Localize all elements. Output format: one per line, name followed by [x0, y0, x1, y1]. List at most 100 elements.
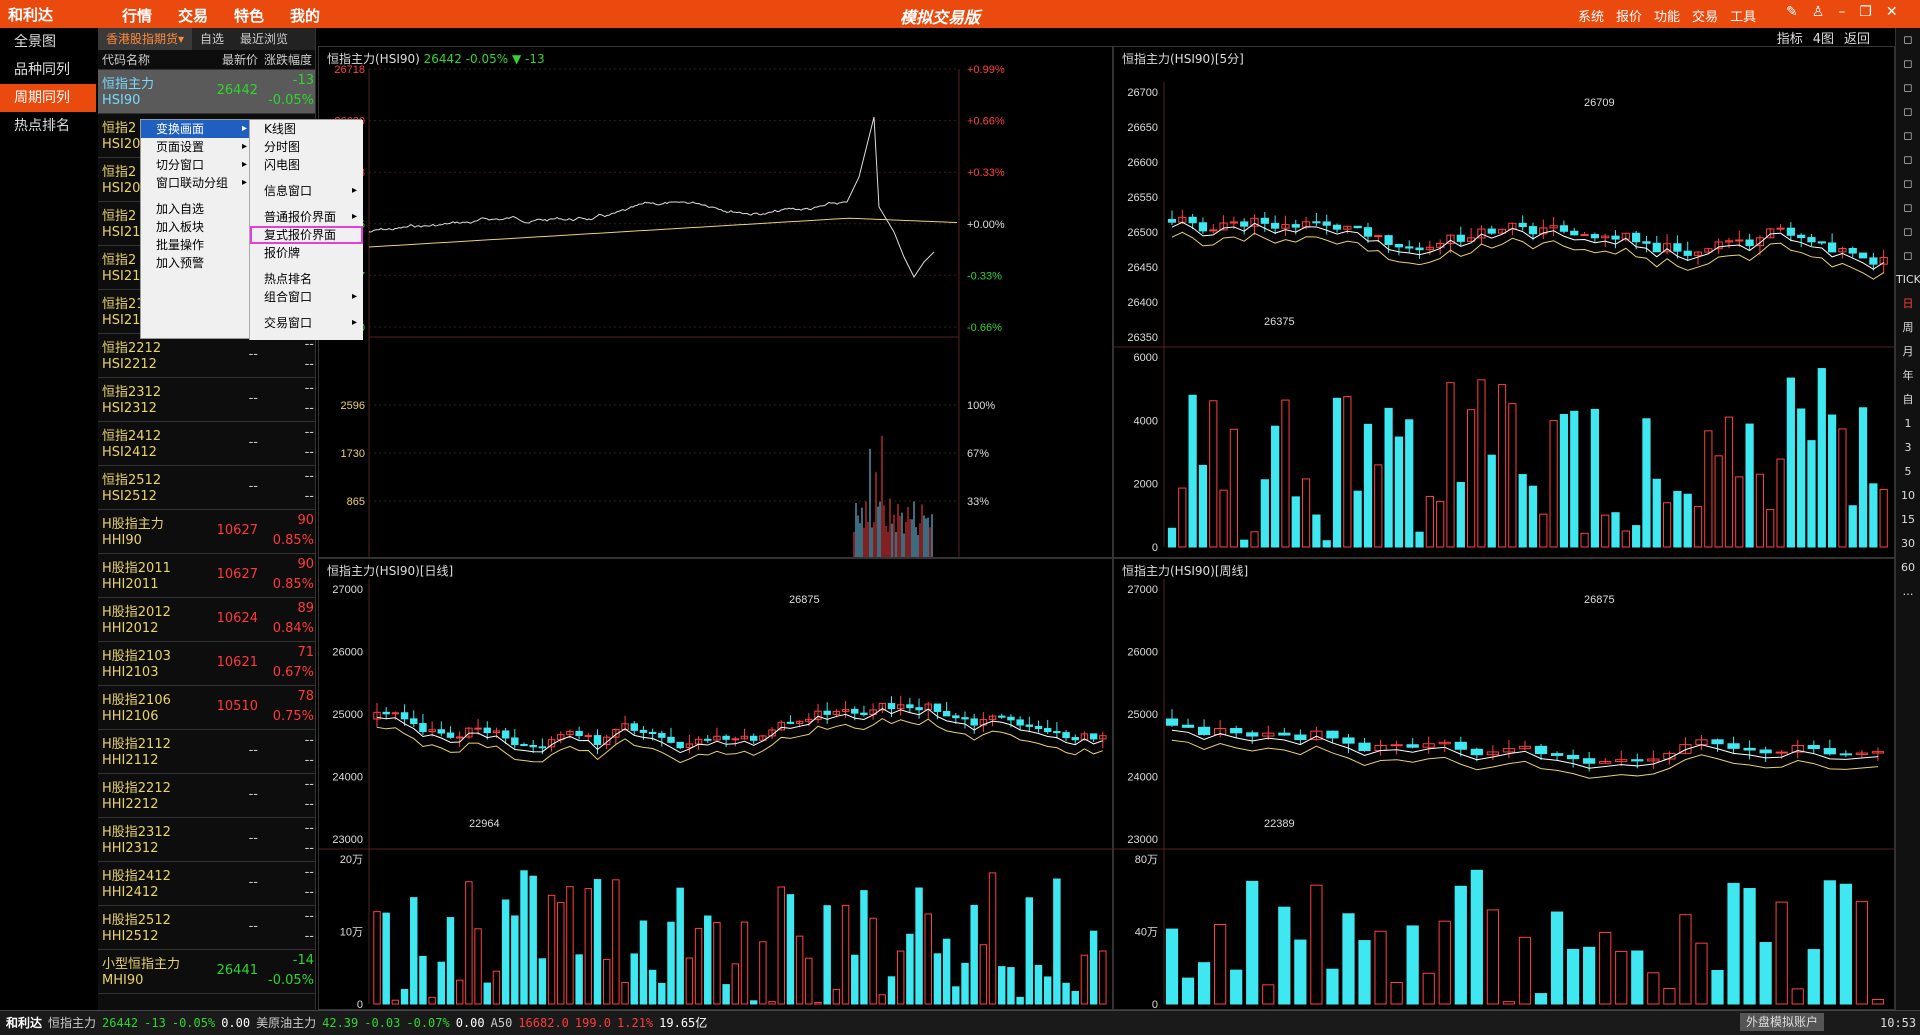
context-menu-item[interactable]: 切分窗口 — [141, 156, 253, 174]
candle-body — [1167, 219, 1177, 223]
intraday-panel[interactable]: 恒指主力(HSI90) 26442 -0.05% ▼ -13 26718 +0.9… — [318, 46, 1113, 558]
close-icon[interactable]: ✕ — [1886, 4, 1898, 20]
submenu-item[interactable]: 分时图 — [250, 138, 363, 156]
volume-bar — [1167, 527, 1177, 548]
vol-tick: 0 — [1152, 542, 1158, 554]
nav-hot-rank[interactable]: 热点排名 — [0, 112, 96, 140]
nav-mine[interactable]: 我的 — [290, 5, 320, 26]
tool-icon[interactable]: ◻ — [1896, 244, 1920, 268]
nav-special[interactable]: 特色 — [234, 5, 264, 26]
high-label: 26709 — [1584, 97, 1615, 109]
period-button[interactable]: 5 — [1896, 460, 1920, 484]
nav-same-period[interactable]: 周期同列 — [0, 84, 96, 112]
context-menu-item[interactable]: 窗口联动分组 — [141, 174, 253, 192]
quote-row[interactable]: H股指2112 HHI2112 -- -- -- — [98, 730, 315, 774]
kline-weekly-panel[interactable]: 恒指主力(HSI90)[周线] 27000 26000 25000 24000 2300… — [1113, 558, 1896, 1011]
menu-function[interactable]: 功能 — [1654, 6, 1680, 25]
tool-icon[interactable]: ◻ — [1896, 28, 1920, 52]
submenu-item[interactable]: K线图 — [250, 120, 363, 138]
back-button[interactable]: 返回 — [1844, 28, 1870, 47]
submenu-item[interactable]: 组合窗口 — [250, 288, 363, 306]
tool-icon[interactable]: ◻ — [1896, 124, 1920, 148]
submenu-item[interactable]: 闪电图 — [250, 156, 363, 174]
period-button[interactable]: 15 — [1896, 508, 1920, 532]
header-price[interactable]: 最新价 — [198, 50, 258, 69]
menu-system[interactable]: 系统 — [1578, 6, 1604, 25]
tool-icon[interactable]: ◻ — [1896, 100, 1920, 124]
submenu-item[interactable]: 交易窗口 — [250, 314, 363, 332]
indicator-button[interactable]: 指标 — [1777, 28, 1803, 47]
submenu-item[interactable]: 复式报价界面 — [250, 226, 363, 244]
context-menu-item[interactable]: 加入预警 — [141, 254, 253, 272]
tool-icon[interactable]: ◻ — [1896, 76, 1920, 100]
period-button[interactable]: 10 — [1896, 484, 1920, 508]
quote-row[interactable]: H股指2512 HHI2512 -- -- -- — [98, 906, 315, 950]
account-button[interactable]: 外盘模拟账户 — [1740, 1013, 1825, 1031]
candle-body — [1374, 235, 1383, 238]
quote-row[interactable]: H股指2412 HHI2412 -- -- -- — [98, 862, 315, 906]
tab-hk-futures[interactable]: 香港股指期货▾ — [98, 28, 193, 50]
context-menu-item[interactable]: 加入板块 — [141, 218, 253, 236]
period-button[interactable]: 自 — [1896, 388, 1920, 412]
quote-row[interactable]: H股指2011 HHI2011 10627 90 0.85% — [98, 554, 315, 598]
quote-row[interactable]: 恒指2312 HSI2312 -- -- -- — [98, 378, 315, 422]
tool-icon[interactable]: ◻ — [1896, 52, 1920, 76]
period-button[interactable]: 3 — [1896, 436, 1920, 460]
header-name[interactable]: 代码名称 — [98, 50, 198, 69]
period-button[interactable]: 年 — [1896, 364, 1920, 388]
context-menu-item[interactable]: 变换画面 — [141, 120, 253, 138]
quote-row[interactable]: H股指2312 HHI2312 -- -- -- — [98, 818, 315, 862]
quote-row[interactable]: 恒指主力 HSI90 26442 -13 -0.05% — [98, 70, 315, 114]
submenu-item[interactable]: 普通报价界面 — [250, 208, 363, 226]
submenu-item[interactable]: 报价牌 — [250, 244, 363, 262]
quote-row[interactable]: H股指主力 HHI90 10627 90 0.85% — [98, 510, 315, 554]
context-menu-main: 变换画面页面设置切分窗口窗口联动分组加入自选加入板块批量操作加入预警 — [141, 120, 253, 272]
menu-trade[interactable]: 交易 — [1692, 6, 1718, 25]
quote-tabs: 香港股指期货▾ 自选 最近浏览 — [98, 28, 315, 50]
tab-recent[interactable]: 最近浏览 — [232, 28, 296, 50]
restore-icon[interactable]: ❐ — [1859, 4, 1872, 20]
context-menu-item[interactable]: 批量操作 — [141, 236, 253, 254]
submenu-item[interactable]: 信息窗口 — [250, 182, 363, 200]
context-menu-item[interactable]: 加入自选 — [141, 200, 253, 218]
period-button[interactable]: 日 — [1896, 292, 1920, 316]
quote-row[interactable]: H股指2103 HHI2103 10621 71 0.67% — [98, 642, 315, 686]
period-button[interactable]: 30 — [1896, 532, 1920, 556]
quote-row[interactable]: 恒指2212 HSI2212 -- -- -- — [98, 334, 315, 378]
tab-watchlist[interactable]: 自选 — [192, 28, 232, 50]
header-change[interactable]: 涨跌幅度 — [258, 50, 312, 69]
nav-trade[interactable]: 交易 — [178, 5, 208, 26]
context-menu-item[interactable]: 页面设置 — [141, 138, 253, 156]
quote-code: HHI2512 — [102, 929, 159, 944]
period-button[interactable]: 60 — [1896, 556, 1920, 580]
quote-row[interactable]: H股指2012 HHI2012 10624 89 0.84% — [98, 598, 315, 642]
quote-row[interactable]: H股指2106 HHI2106 10510 78 0.75% — [98, 686, 315, 730]
shirt-icon[interactable]: ♙ — [1812, 4, 1825, 20]
kline-daily-panel[interactable]: 恒指主力(HSI90)[日线] 27000 26000 25000 24000 2300… — [318, 558, 1114, 1011]
menu-quote[interactable]: 报价 — [1616, 6, 1642, 25]
tool-icon[interactable]: ◻ — [1896, 220, 1920, 244]
period-button[interactable]: 月 — [1896, 340, 1920, 364]
nav-market[interactable]: 行情 — [122, 5, 152, 26]
quote-row[interactable]: 恒指2412 HSI2412 -- -- -- — [98, 422, 315, 466]
period-button[interactable]: 周 — [1896, 316, 1920, 340]
tool-icon[interactable]: ◻ — [1896, 196, 1920, 220]
volume-bar — [538, 958, 547, 1005]
period-button[interactable]: 1 — [1896, 412, 1920, 436]
submenu-item[interactable]: 热点排名 — [250, 270, 363, 288]
period-button[interactable]: … — [1896, 580, 1920, 604]
quote-row[interactable]: H股指2212 HHI2212 -- -- -- — [98, 774, 315, 818]
quote-row[interactable]: 恒指2512 HSI2512 -- -- -- — [98, 466, 315, 510]
edit-icon[interactable]: ✎ — [1786, 4, 1798, 20]
quote-row[interactable]: 小型恒指主力 MHI90 26441 -14 -0.05% — [98, 950, 315, 994]
nav-same-variety[interactable]: 品种同列 — [0, 56, 96, 84]
kline-5min-panel[interactable]: 恒指主力(HSI90)[5分] 26700 26650 26600 26550 2650… — [1113, 46, 1896, 558]
minimize-icon[interactable]: – — [1838, 4, 1845, 20]
tool-icon[interactable]: ◻ — [1896, 172, 1920, 196]
menu-tools[interactable]: 工具 — [1730, 6, 1756, 25]
tool-icon[interactable]: ◻ — [1896, 148, 1920, 172]
volume-bar — [942, 938, 951, 1005]
four-chart-button[interactable]: 4图 — [1813, 28, 1834, 47]
nav-panorama[interactable]: 全景图 — [0, 28, 96, 56]
period-button[interactable]: TICK — [1896, 268, 1920, 292]
